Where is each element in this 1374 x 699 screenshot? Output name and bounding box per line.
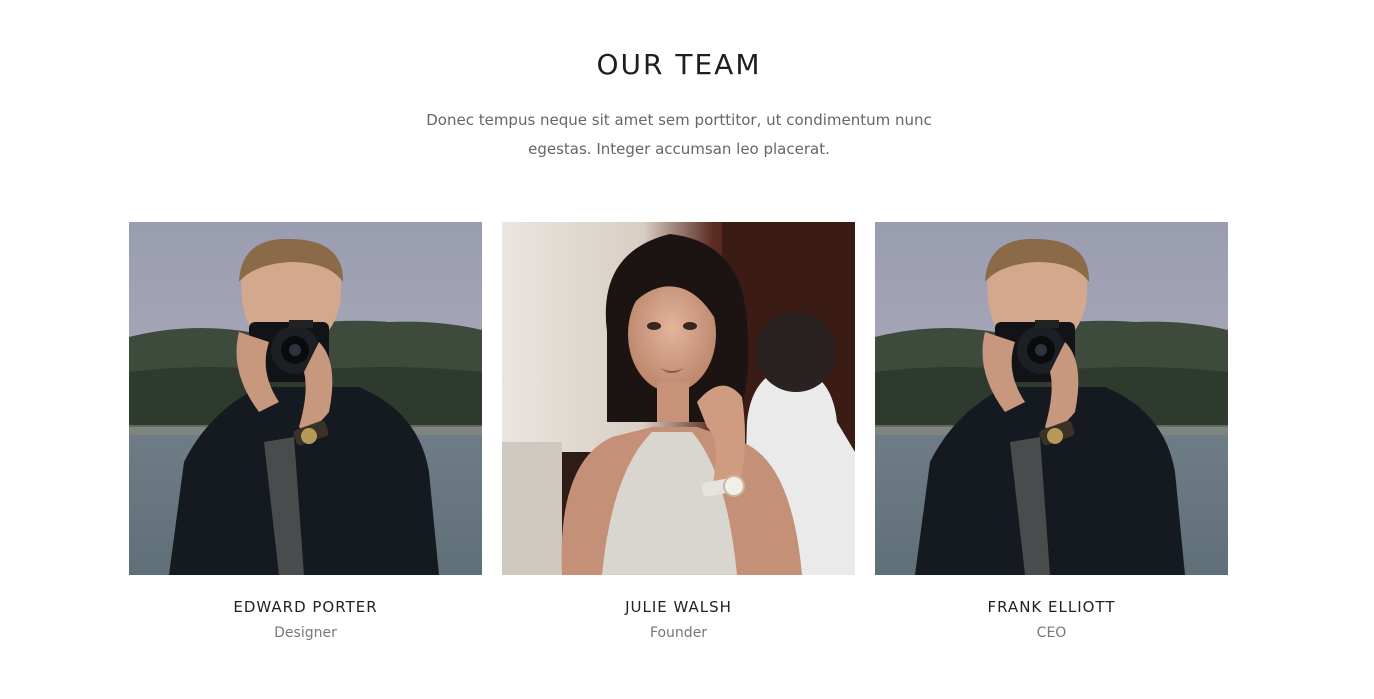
man-with-camera-photo [129,222,482,575]
section-title: OUR TEAM [596,48,762,81]
member-role: Designer [274,625,337,641]
member-name: FRANK ELLIOTT [987,598,1116,616]
team-grid: EDWARD PORTER Designer JULIE WALSH Found… [129,222,1228,641]
team-member-card: FRANK ELLIOTT CEO [875,222,1228,641]
member-role: CEO [1036,625,1067,641]
team-member-card: EDWARD PORTER Designer [129,222,482,641]
team-member-card: JULIE WALSH Founder [502,222,855,641]
woman-portrait-photo [502,222,855,575]
member-role: Founder [649,625,708,641]
member-name: JULIE WALSH [625,598,732,616]
member-name: EDWARD PORTER [233,598,378,616]
section-description: Donec tempus neque sit amet sem porttito… [426,111,932,158]
man-with-camera-photo [875,222,1228,575]
